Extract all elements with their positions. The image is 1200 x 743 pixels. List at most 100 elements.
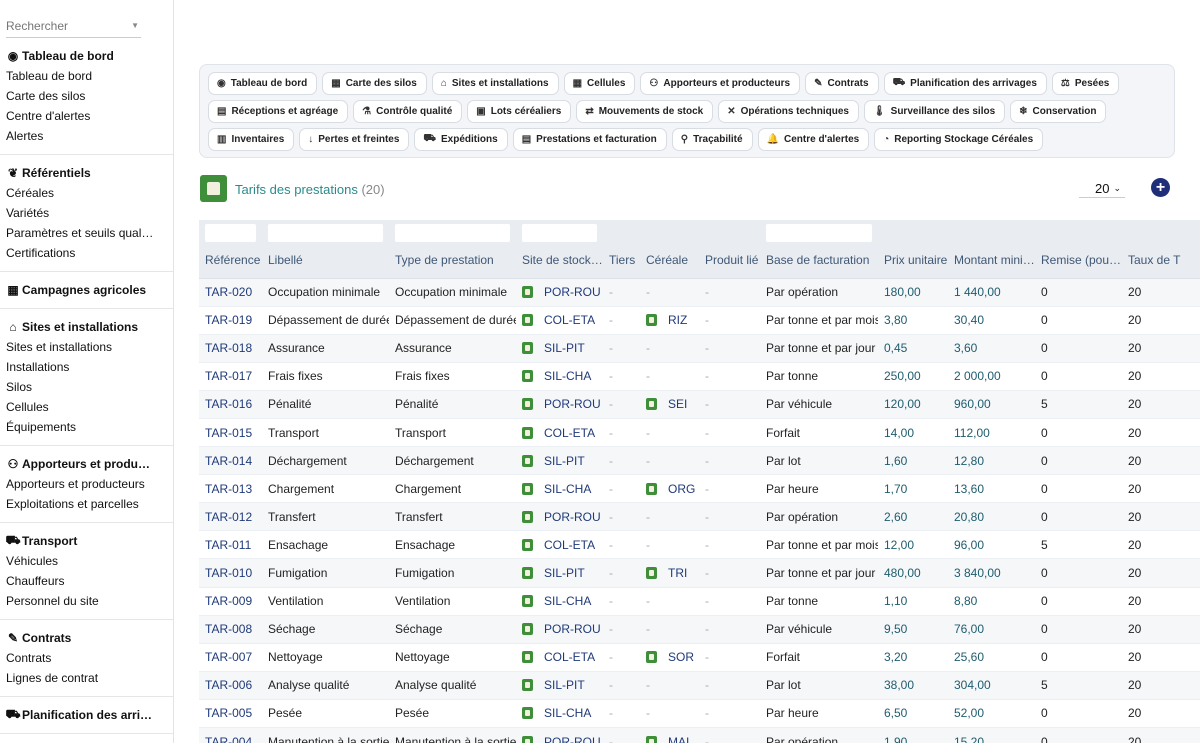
module-tab[interactable]: ⚇ Apporteurs et producteurs [640,72,801,95]
search-input[interactable] [6,18,116,33]
module-tab[interactable]: ⚖ Pesées [1051,72,1120,95]
chevron-down-icon[interactable]: ▼ [131,21,139,30]
column-header[interactable]: Site de stock… [516,242,603,279]
cell-reference[interactable]: TAR-011 [199,530,262,560]
module-tab[interactable]: ❄ Conservation [1010,100,1107,123]
cell-reference[interactable]: TAR-020 [199,278,262,307]
module-tab[interactable]: 🔔 Centre d'alertes [757,128,870,151]
column-header[interactable]: Libellé [262,242,389,279]
module-tab[interactable]: ▥ Inventaires [208,128,295,151]
cell-reference[interactable]: TAR-013 [199,474,262,504]
sidebar-group-header[interactable]: ⌂ Sites et installations [6,317,173,337]
cell-reference[interactable]: TAR-017 [199,362,262,391]
table-row[interactable]: TAR-016 Pénalité Pénalité POR-ROU - SEI - Par v… [199,390,1200,419]
cell-reference[interactable]: TAR-016 [199,390,262,419]
table-row[interactable]: TAR-008 Séchage Séchage POR-ROU - - - Par véhic… [199,615,1200,644]
column-header[interactable]: Base de facturation [760,242,878,279]
sidebar-item[interactable]: Tableau de bord [6,66,173,86]
page-size-select[interactable]: 20 ⌄ [1079,179,1125,198]
add-record-button[interactable]: + [1151,178,1170,197]
column-header[interactable]: Prix unitaire [878,242,948,279]
sidebar-item[interactable]: Exploitations et parcelles [6,494,173,514]
table-row[interactable]: TAR-009 Ventilation Ventilation SIL-CHA - - - P… [199,587,1200,616]
sidebar-item[interactable]: Personnel du site [6,591,173,611]
cell-reference[interactable]: TAR-008 [199,615,262,644]
sidebar-group-header[interactable]: ◉ Tableau de bord [6,46,173,66]
module-tab[interactable]: ◉ Tableau de bord [208,72,318,95]
sidebar-item[interactable]: Certifications [6,243,173,263]
table-row[interactable]: TAR-012 Transfert Transfert POR-ROU - - - Par o… [199,502,1200,532]
module-tab[interactable]: ▦ Carte des silos [322,72,427,95]
sidebar-item[interactable]: Équipements [6,417,173,437]
table-row[interactable]: TAR-007 Nettoyage Nettoyage COL-ETA - SOR - For… [199,643,1200,672]
filter-input-libelle[interactable] [268,223,383,242]
sidebar-group-header[interactable]: ✎ Contrats [6,628,173,648]
sidebar-item[interactable]: Céréales [6,183,173,203]
sidebar-item[interactable]: Lignes de contrat [6,668,173,688]
module-tab[interactable]: ⇄ Mouvements de stock [576,100,714,123]
module-tab[interactable]: 🌡 Surveillance des silos [863,100,1006,123]
sidebar-item[interactable]: Apporteurs et producteurs [6,474,173,494]
sidebar-group-header[interactable]: ⚇ Apporteurs et produ… [6,454,173,474]
search-box[interactable]: ▼ [6,14,141,38]
table-row[interactable]: TAR-020 Occupation minimale Occupation min… [199,278,1200,307]
table-row[interactable]: TAR-017 Frais fixes Frais fixes SIL-CHA - - - P… [199,362,1200,391]
sidebar-item[interactable]: Centre d'alertes [6,106,173,126]
sidebar-item[interactable]: Carte des silos [6,86,173,106]
module-tab[interactable]: ⛟ Planification des arrivages [883,72,1047,95]
sidebar-group-header[interactable]: ⛟ Planification des arri… [6,705,173,725]
cell-reference[interactable]: TAR-019 [199,306,262,335]
table-row[interactable]: TAR-013 Chargement Chargement SIL-CHA - ORG - P… [199,474,1200,504]
table-row[interactable]: TAR-011 Ensachage Ensachage COL-ETA - - - Par t… [199,530,1200,560]
sidebar-item[interactable]: Véhicules [6,551,173,571]
module-tab[interactable]: ⌂ Sites et installations [431,72,559,95]
module-tab[interactable]: ▣ Lots céréaliers [467,100,572,123]
column-header[interactable]: Taux de T [1122,242,1200,279]
table-row[interactable]: TAR-010 Fumigation Fumigation SIL-PIT - TRI - P… [199,558,1200,588]
cell-reference[interactable]: TAR-006 [199,671,262,700]
module-tab[interactable]: ◔ Reporting Stockage Céréales [874,128,1044,151]
sidebar-item[interactable]: Sites et installations [6,337,173,357]
table-row[interactable]: TAR-019 Dépassement de durée Dépassement d… [199,306,1200,335]
cell-reference[interactable]: TAR-007 [199,643,262,672]
column-header[interactable]: Remise (pou… [1035,242,1122,279]
sidebar-group-header[interactable]: ❦ Référentiels [6,163,173,183]
module-tab[interactable]: ✕ Opérations techniques [718,100,859,123]
sidebar-group-header[interactable]: ⛟ Transport [6,531,173,551]
filter-input-reference[interactable] [205,223,256,242]
module-tab[interactable]: ⚗ Contrôle qualité [353,100,463,123]
column-header[interactable]: Montant mini… [948,242,1035,279]
column-header[interactable]: Référence [199,242,262,279]
filter-input-type[interactable] [395,223,510,242]
module-tab[interactable]: ⛟ Expéditions [414,128,508,151]
sidebar-item[interactable]: Chauffeurs [6,571,173,591]
cell-reference[interactable]: TAR-009 [199,587,262,616]
cell-reference[interactable]: TAR-012 [199,502,262,532]
column-header[interactable]: Type de prestation [389,242,516,279]
sidebar-item[interactable]: Alertes [6,126,173,146]
cell-reference[interactable]: TAR-015 [199,418,262,448]
table-row[interactable]: TAR-018 Assurance Assurance SIL-PIT - - - Par t… [199,334,1200,363]
cell-reference[interactable]: TAR-018 [199,334,262,363]
module-tab[interactable]: ▤ Réceptions et agréage [208,100,349,123]
module-tab[interactable]: ▦ Cellules [563,72,636,95]
sidebar-group-header[interactable]: ▦ Campagnes agricoles [6,280,173,300]
column-header[interactable]: Tiers [603,242,640,279]
sidebar-item[interactable]: Variétés [6,203,173,223]
table-row[interactable]: TAR-004 Manutention à la sortie Manutentio… [199,727,1200,743]
cell-reference[interactable]: TAR-004 [199,727,262,743]
module-tab[interactable]: ⚲ Traçabilité [671,128,753,151]
cell-reference[interactable]: TAR-005 [199,699,262,729]
sidebar-item[interactable]: Paramètres et seuils qual… [6,223,173,243]
module-tab[interactable]: ✎ Contrats [805,72,879,95]
sidebar-item[interactable]: Silos [6,377,173,397]
filter-input-base[interactable] [766,223,872,242]
module-tab[interactable]: ↓ Pertes et freintes [299,128,410,151]
sidebar-item[interactable]: Cellules [6,397,173,417]
table-row[interactable]: TAR-015 Transport Transport COL-ETA - - - Forfa… [199,418,1200,448]
table-row[interactable]: TAR-005 Pesée Pesée SIL-CHA - - - Par heure 6,50… [199,699,1200,729]
table-row[interactable]: TAR-006 Analyse qualité Analyse qualité SIL… [199,671,1200,700]
cell-reference[interactable]: TAR-014 [199,446,262,476]
module-tab[interactable]: ▤ Prestations et facturation [512,128,667,151]
filter-input-site[interactable] [522,223,597,242]
